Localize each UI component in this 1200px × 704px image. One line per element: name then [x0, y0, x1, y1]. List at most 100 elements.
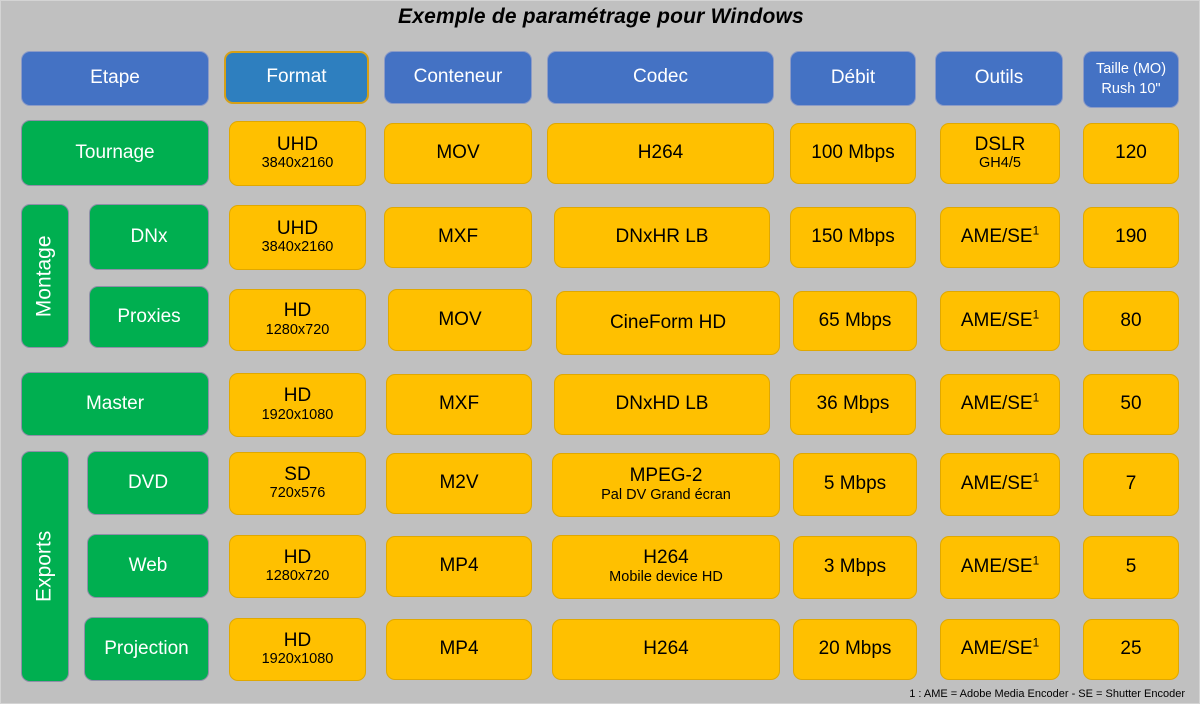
- outils-value: AME/SE1: [960, 224, 1040, 248]
- column-header-taille: Taille (MO) Rush 10": [1083, 51, 1179, 108]
- format-resolution: 3840x2160: [261, 239, 334, 256]
- format-value: HD: [283, 629, 312, 651]
- format-value: UHD: [276, 217, 319, 239]
- stage-label: DVD: [127, 471, 169, 493]
- conteneur-value: M2V: [439, 472, 479, 494]
- taille-value: 25: [1120, 638, 1142, 660]
- format-resolution: 3840x2160: [261, 155, 334, 172]
- codec-value: H264: [637, 142, 684, 164]
- stage-cell: Tournage: [21, 120, 209, 186]
- outils-footnote-marker: 1: [1032, 554, 1040, 568]
- codec-cell: DNxHD LB: [554, 374, 770, 435]
- taille-cell: 25: [1083, 619, 1179, 680]
- codec-sublabel: Mobile device HD: [609, 568, 723, 585]
- conteneur-value: MP4: [439, 555, 479, 577]
- column-header-codec: Codec: [547, 51, 774, 104]
- column-header-etape: Etape: [21, 51, 209, 106]
- codec-cell: H264: [552, 619, 780, 680]
- format-cell: SD 720x576: [229, 452, 366, 515]
- stage-cell: DVD: [87, 451, 209, 515]
- outils-footnote-marker: 1: [1032, 224, 1040, 238]
- taille-cell: 190: [1083, 207, 1179, 268]
- column-header-debit: Débit: [790, 51, 916, 106]
- format-cell: UHD 3840x2160: [229, 121, 366, 186]
- group-label-text: Montage: [32, 235, 56, 317]
- taille-value: 80: [1120, 309, 1142, 331]
- conteneur-cell: MOV: [384, 123, 532, 184]
- format-resolution: 1920x1080: [261, 651, 334, 668]
- format-value: HD: [283, 546, 312, 568]
- group-label-text: Exports: [32, 530, 56, 603]
- debit-value: 20 Mbps: [818, 638, 892, 660]
- debit-value: 5 Mbps: [823, 473, 887, 495]
- column-header-conteneur: Conteneur: [384, 51, 532, 104]
- column-header-format: Format: [224, 51, 369, 104]
- debit-cell: 100 Mbps: [790, 123, 916, 184]
- format-cell: HD 1280x720: [229, 535, 366, 598]
- column-header-sublabel: Rush 10": [1101, 80, 1161, 97]
- outils-value: AME/SE1: [960, 554, 1040, 578]
- debit-value: 100 Mbps: [811, 142, 895, 164]
- outils-value: AME/SE1: [960, 471, 1040, 495]
- taille-cell: 7: [1083, 453, 1179, 516]
- outils-cell: AME/SE1: [940, 536, 1060, 599]
- format-value: HD: [283, 300, 312, 322]
- outils-cell: AME/SE1: [940, 453, 1060, 516]
- conteneur-value: MXF: [437, 226, 479, 248]
- format-resolution: 1280x720: [265, 568, 330, 585]
- stage-label: DNx: [130, 225, 168, 247]
- outils-cell: AME/SE1: [940, 291, 1060, 351]
- column-header-label: Taille (MO): [1095, 61, 1167, 78]
- format-resolution: 1280x720: [265, 321, 330, 338]
- group-label-exports: Exports: [21, 451, 69, 682]
- codec-cell: H264: [547, 123, 774, 184]
- codec-value: MPEG-2: [629, 465, 703, 487]
- taille-value: 190: [1115, 226, 1147, 248]
- stage-label: Web: [128, 554, 168, 576]
- debit-value: 65 Mbps: [818, 309, 892, 331]
- stage-label: Projection: [104, 637, 189, 659]
- column-header-label: Outils: [974, 67, 1024, 89]
- stage-cell: Proxies: [89, 286, 209, 348]
- codec-value: DNxHD LB: [615, 393, 709, 415]
- taille-value: 7: [1125, 473, 1137, 495]
- stage-cell: Master: [21, 372, 209, 436]
- taille-cell: 120: [1083, 123, 1179, 184]
- stage-cell: Web: [87, 534, 209, 598]
- codec-cell: DNxHR LB: [554, 207, 770, 268]
- format-cell: HD 1920x1080: [229, 618, 366, 681]
- taille-value: 5: [1125, 556, 1137, 578]
- conteneur-cell: MXF: [384, 207, 532, 268]
- outils-footnote-marker: 1: [1032, 308, 1040, 322]
- debit-value: 3 Mbps: [823, 556, 887, 578]
- outils-footnote-marker: 1: [1032, 636, 1040, 650]
- taille-cell: 5: [1083, 536, 1179, 599]
- column-header-label: Débit: [830, 67, 876, 89]
- format-value: HD: [283, 385, 312, 407]
- codec-value: CineForm HD: [609, 311, 727, 333]
- conteneur-cell: MXF: [386, 374, 532, 435]
- conteneur-value: MP4: [439, 638, 479, 660]
- stage-label: Tournage: [75, 141, 155, 163]
- codec-value: H264: [643, 638, 689, 660]
- footnote: 1 : AME = Adobe Media Encoder - SE = Shu…: [909, 688, 1185, 700]
- stage-label: Proxies: [117, 305, 181, 327]
- debit-cell: 65 Mbps: [793, 291, 917, 351]
- outils-cell: AME/SE1: [940, 619, 1060, 680]
- conteneur-value: MXF: [438, 393, 480, 415]
- page-title: Exemple de paramétrage pour Windows: [398, 5, 804, 28]
- codec-value: H264: [643, 547, 689, 569]
- conteneur-cell: MP4: [386, 619, 532, 680]
- format-resolution: 1920x1080: [261, 406, 334, 423]
- outils-sublabel: GH4/5: [979, 155, 1021, 172]
- debit-cell: 5 Mbps: [793, 453, 917, 516]
- column-header-label: Codec: [633, 66, 688, 88]
- outils-value: DSLR: [974, 133, 1026, 155]
- codec-cell: CineForm HD: [556, 291, 780, 355]
- group-label-montage: Montage: [21, 204, 69, 348]
- outils-value: AME/SE1: [960, 636, 1040, 660]
- debit-cell: 150 Mbps: [790, 207, 916, 268]
- format-value: SD: [284, 463, 311, 485]
- conteneur-cell: M2V: [386, 453, 532, 514]
- taille-cell: 80: [1083, 291, 1179, 351]
